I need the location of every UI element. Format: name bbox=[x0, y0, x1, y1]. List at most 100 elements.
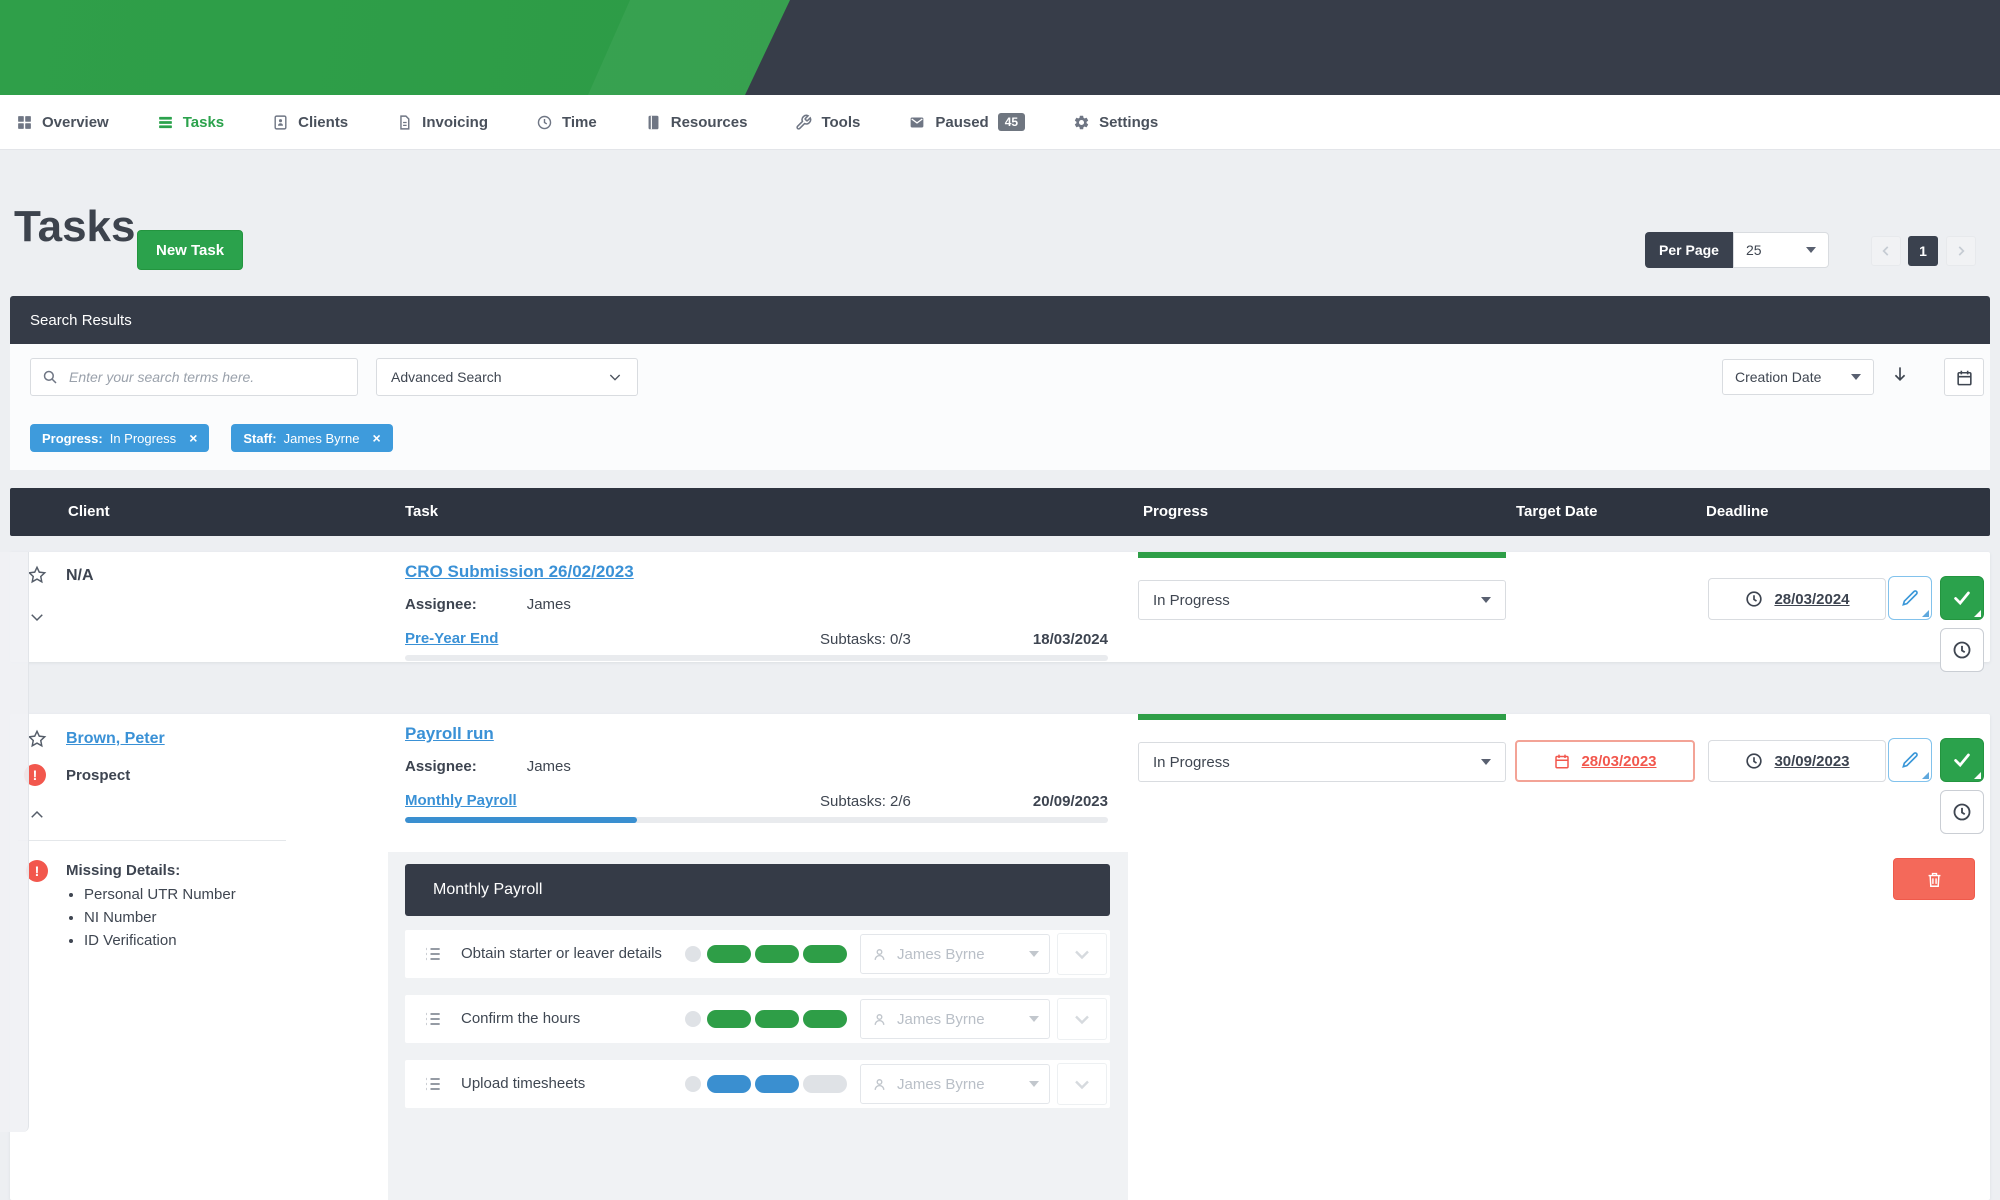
expand-subtask-button[interactable] bbox=[1057, 1063, 1107, 1105]
progress-start-dot bbox=[685, 1076, 701, 1092]
calendar-icon bbox=[1955, 368, 1974, 387]
gear-icon bbox=[1073, 114, 1090, 131]
progress-segment[interactable] bbox=[803, 1075, 847, 1093]
chip-label: Progress: bbox=[42, 431, 103, 446]
edit-task-button[interactable] bbox=[1888, 576, 1932, 620]
subtask-assignee-select[interactable]: James Byrne bbox=[860, 1064, 1050, 1104]
tab-label: Tools bbox=[821, 114, 860, 131]
tab-invoicing[interactable]: Invoicing bbox=[396, 114, 488, 131]
next-page-button[interactable] bbox=[1946, 236, 1976, 266]
tab-time[interactable]: Time bbox=[536, 114, 597, 131]
tab-tools[interactable]: Tools bbox=[795, 114, 860, 131]
client-name-link[interactable]: Brown, Peter bbox=[66, 730, 165, 748]
filter-chip-progress[interactable]: Progress: In Progress × bbox=[30, 424, 209, 452]
search-input[interactable] bbox=[67, 368, 347, 386]
trash-icon bbox=[1925, 870, 1944, 889]
client-name: N/A bbox=[66, 567, 94, 585]
per-page-select[interactable]: 25 bbox=[1733, 232, 1829, 268]
sort-direction-icon[interactable] bbox=[1890, 364, 1910, 389]
tab-label: Resources bbox=[671, 114, 748, 131]
progress-segment[interactable] bbox=[803, 945, 847, 963]
list-icon bbox=[157, 114, 174, 131]
deadline-date-button[interactable]: 28/03/2024 bbox=[1708, 578, 1886, 620]
person-icon bbox=[871, 1011, 888, 1028]
caret-down-icon bbox=[1029, 1081, 1039, 1087]
subtask-due-date: 20/09/2023 bbox=[990, 793, 1108, 810]
expand-subtask-button[interactable] bbox=[1057, 933, 1107, 975]
tab-overview[interactable]: Overview bbox=[16, 114, 109, 131]
delete-task-button[interactable] bbox=[1893, 858, 1975, 900]
progress-start-dot bbox=[685, 1011, 701, 1027]
expand-subtask-button[interactable] bbox=[1057, 998, 1107, 1040]
time-log-button[interactable] bbox=[1940, 790, 1984, 834]
page-left-gutter[interactable] bbox=[0, 552, 29, 1132]
progress-segment[interactable] bbox=[707, 1010, 751, 1028]
prev-page-button[interactable] bbox=[1871, 236, 1901, 266]
assignee-label: Assignee: bbox=[405, 596, 477, 613]
deadline-date-button[interactable]: 30/09/2023 bbox=[1708, 740, 1886, 782]
tab-settings[interactable]: Settings bbox=[1073, 114, 1158, 131]
caret-down-icon bbox=[1806, 247, 1816, 253]
star-icon[interactable] bbox=[26, 564, 48, 591]
tab-label: Time bbox=[562, 114, 597, 131]
table-row: Brown, Peter ! Prospect ! Missing Detail… bbox=[10, 714, 1990, 1200]
envelope-icon bbox=[908, 114, 926, 131]
new-task-button[interactable]: New Task bbox=[137, 230, 243, 270]
caret-down-icon bbox=[1029, 1016, 1039, 1022]
progress-segment[interactable] bbox=[755, 1010, 799, 1028]
chevron-down-icon[interactable] bbox=[28, 608, 46, 631]
person-icon bbox=[871, 946, 888, 963]
progress-segment[interactable] bbox=[803, 1010, 847, 1028]
progress-segment[interactable] bbox=[707, 945, 751, 963]
paused-count-badge: 45 bbox=[998, 113, 1025, 131]
per-page-label: Per Page bbox=[1645, 232, 1733, 268]
chevron-down-icon bbox=[607, 369, 623, 385]
sort-field-label: Creation Date bbox=[1735, 369, 1821, 385]
subtask-group-link[interactable]: Monthly Payroll bbox=[405, 792, 517, 809]
tab-label: Invoicing bbox=[422, 114, 488, 131]
star-icon[interactable] bbox=[26, 728, 48, 755]
subtask-assignee-select[interactable]: James Byrne bbox=[860, 934, 1050, 974]
close-icon[interactable]: × bbox=[372, 430, 380, 446]
sort-field-select[interactable]: Creation Date bbox=[1722, 359, 1874, 395]
grid-icon bbox=[16, 114, 33, 131]
close-icon[interactable]: × bbox=[189, 430, 197, 446]
missing-detail-item: ID Verification bbox=[84, 932, 236, 949]
task-title-link[interactable]: CRO Submission 26/02/2023 bbox=[405, 562, 634, 582]
edit-task-button[interactable] bbox=[1888, 738, 1932, 782]
tab-clients[interactable]: Clients bbox=[272, 114, 348, 131]
task-title-link[interactable]: Payroll run bbox=[405, 724, 494, 744]
progress-segment[interactable] bbox=[707, 1075, 751, 1093]
complete-task-button[interactable] bbox=[1940, 738, 1984, 782]
subtask-label: Upload timesheets bbox=[461, 1075, 585, 1092]
target-date-button-overdue[interactable]: 28/03/2023 bbox=[1515, 740, 1695, 782]
progress-segment[interactable] bbox=[755, 1075, 799, 1093]
progress-start-dot bbox=[685, 946, 701, 962]
progress-segment[interactable] bbox=[755, 945, 799, 963]
filter-chip-staff[interactable]: Staff: James Byrne × bbox=[231, 424, 392, 452]
calendar-button[interactable] bbox=[1944, 358, 1984, 396]
clock-icon bbox=[1744, 589, 1764, 609]
tab-label: Tasks bbox=[183, 114, 224, 131]
missing-detail-item: NI Number bbox=[84, 909, 236, 926]
main-nav: Overview Tasks Clients Invoicing Time Re… bbox=[0, 95, 2000, 150]
subtask-panel-title: Monthly Payroll bbox=[405, 864, 1110, 916]
search-results-header: Search Results bbox=[10, 296, 1990, 344]
caret-down-icon bbox=[1481, 759, 1491, 765]
chevron-up-icon[interactable] bbox=[28, 806, 46, 829]
subtask-assignee-select[interactable]: James Byrne bbox=[860, 999, 1050, 1039]
subtask-group-link[interactable]: Pre-Year End bbox=[405, 630, 498, 647]
subtask-progress-fill bbox=[405, 817, 637, 823]
target-date: 28/03/2023 bbox=[1581, 753, 1656, 770]
col-client: Client bbox=[68, 503, 110, 520]
time-log-button[interactable] bbox=[1940, 628, 1984, 672]
advanced-search-select[interactable]: Advanced Search bbox=[376, 358, 638, 396]
progress-select[interactable]: In Progress bbox=[1138, 580, 1506, 620]
current-page-button[interactable]: 1 bbox=[1908, 236, 1938, 266]
tab-tasks[interactable]: Tasks bbox=[157, 114, 224, 131]
tab-paused[interactable]: Paused 45 bbox=[908, 113, 1025, 131]
complete-task-button[interactable] bbox=[1940, 576, 1984, 620]
tab-resources[interactable]: Resources bbox=[645, 114, 748, 131]
progress-select[interactable]: In Progress bbox=[1138, 742, 1506, 782]
table-row: N/A CRO Submission 26/02/2023 Assignee:J… bbox=[10, 552, 1990, 662]
